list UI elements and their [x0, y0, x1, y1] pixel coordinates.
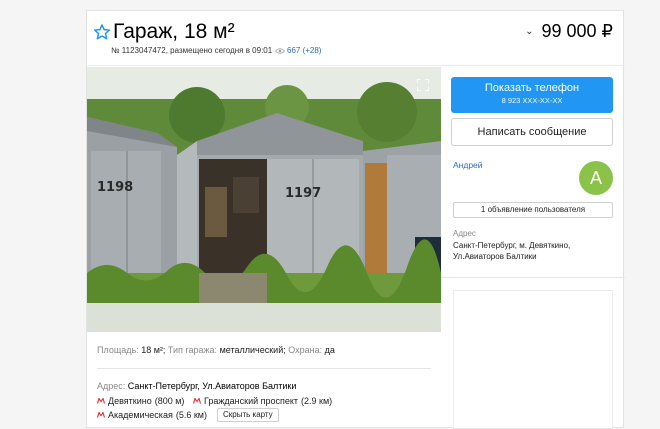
- param-key: Тип гаража:: [167, 345, 218, 355]
- center-gate-number: 1197: [285, 186, 321, 201]
- seller-name-link[interactable]: Андрей: [453, 160, 483, 170]
- listing-meta: № 1123047472, размещено сегодня в 09:01: [111, 46, 273, 55]
- listing-card: Гараж, 18 м² № 1123047472, размещено сег…: [86, 10, 625, 429]
- address-label: Адрес:: [97, 381, 126, 391]
- listing-price: 99 000 ₽: [541, 21, 613, 41]
- ad-placeholder: [453, 290, 613, 429]
- address-value: Санкт-Петербург, Ул.Авиаторов Балтики: [127, 381, 297, 391]
- star-outline-icon[interactable]: [93, 23, 111, 41]
- views-count: 667 (+28): [287, 46, 322, 55]
- seller-address: Санкт-Петербург, м. Девяткино, Ул.Авиато…: [453, 241, 571, 261]
- garage-photo: 1198 1197: [87, 67, 441, 332]
- metro-station: Девяткино (800 м): [97, 396, 184, 406]
- listing-photo[interactable]: 1198 1197: [87, 67, 441, 332]
- write-message-button[interactable]: Написать сообщение: [451, 118, 613, 146]
- metro-station: Гражданский проспект (2.9 км): [193, 396, 332, 406]
- seller-address-label: Адрес: [453, 229, 476, 238]
- metro-icon: [97, 412, 105, 418]
- metro-icon: [97, 398, 105, 404]
- hide-map-button[interactable]: Скрыть карту: [217, 408, 279, 422]
- show-phone-button[interactable]: Показать телефон 8 923 XXX-XX-XX: [451, 77, 613, 113]
- masked-phone: 8 923 XXX-XX-XX: [501, 96, 563, 105]
- metro-name: Девяткино: [108, 396, 152, 406]
- listing-params: Площадь: 18 м²; Тип гаража: металлически…: [97, 345, 335, 355]
- param-key: Охрана:: [288, 345, 323, 355]
- metro-name: Академическая: [108, 410, 173, 420]
- metro-station: Академическая (5.6 км): [97, 410, 207, 420]
- sidebar-divider: [441, 277, 625, 278]
- eye-icon: [275, 47, 285, 54]
- price-block: ⌄ 99 000 ₽: [525, 21, 613, 42]
- listing-header: Гараж, 18 м² № 1123047472, размещено сег…: [87, 11, 625, 66]
- metro-distance: (800 м): [154, 396, 185, 406]
- views-counter[interactable]: 667 (+28): [275, 46, 321, 55]
- chevron-down-icon[interactable]: ⌄: [525, 26, 533, 37]
- listing-title: Гараж, 18 м²: [113, 20, 235, 43]
- param-value: 18 м²;: [141, 345, 166, 355]
- metro-name: Гражданский проспект: [204, 396, 299, 406]
- avatar[interactable]: А: [579, 161, 613, 195]
- param-value: металлический;: [219, 345, 286, 355]
- param-value: да: [324, 345, 335, 355]
- divider: [97, 368, 431, 369]
- metro-distance: (5.6 км): [175, 410, 207, 420]
- seller-ads-button[interactable]: 1 объявление пользователя: [453, 202, 613, 218]
- left-gate-number: 1198: [97, 180, 133, 195]
- address-row: Адрес: Санкт-Петербург, Ул.Авиаторов Бал…: [97, 381, 296, 391]
- metro-distance: (2.9 км): [301, 396, 333, 406]
- param-key: Площадь:: [97, 345, 139, 355]
- metro-icon: [193, 398, 201, 404]
- show-phone-label: Показать телефон: [484, 82, 580, 94]
- fullscreen-icon[interactable]: [417, 79, 429, 91]
